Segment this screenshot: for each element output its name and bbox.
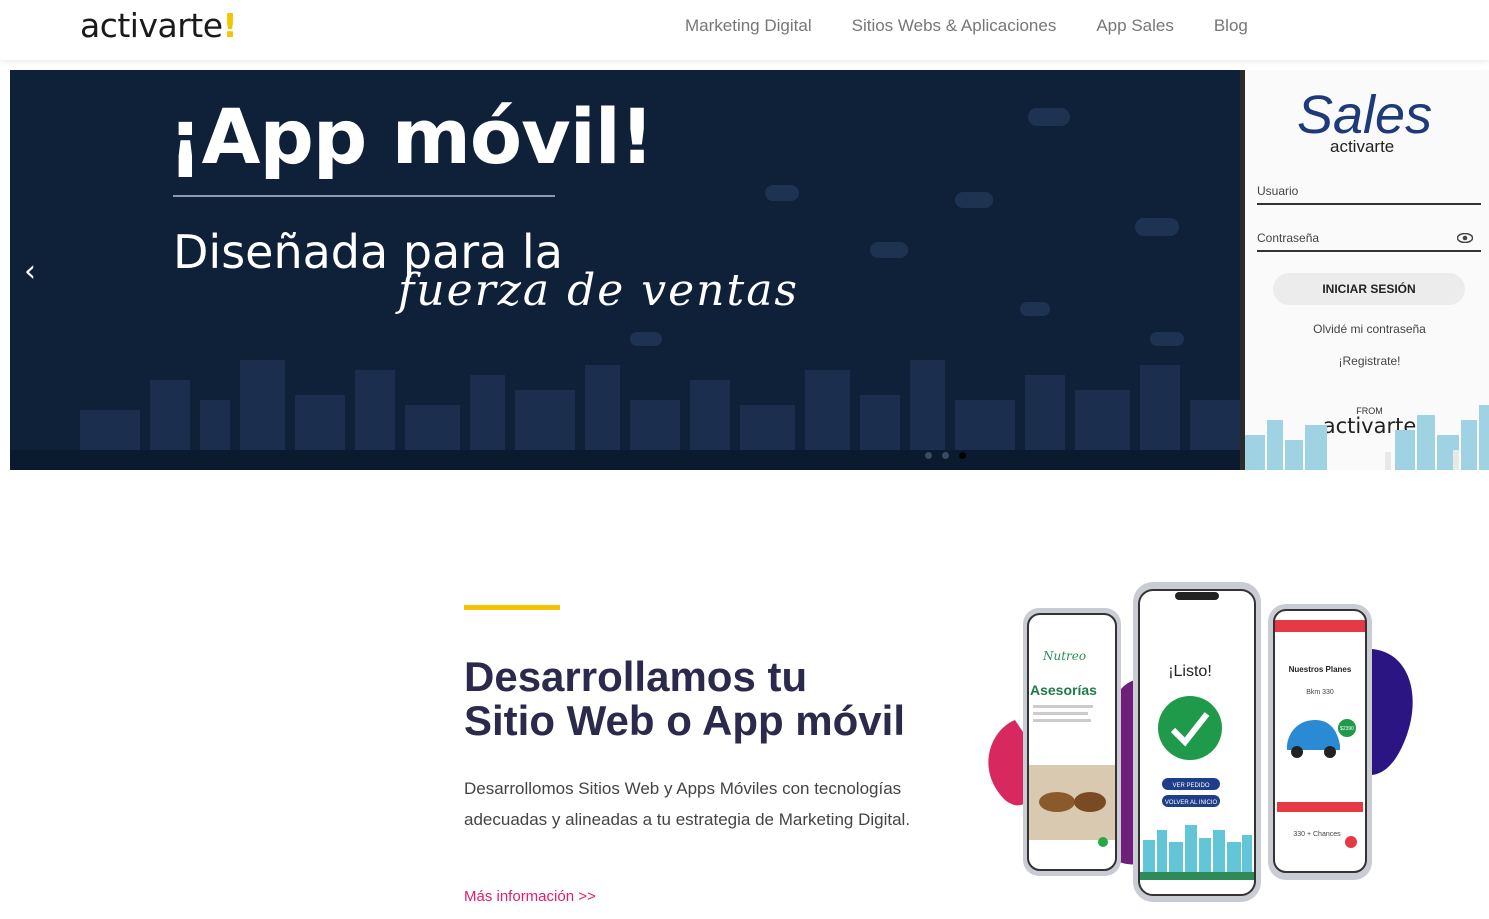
more-info-link[interactable]: Más información >>	[464, 888, 596, 905]
hero-title: ¡App móvil!	[168, 92, 654, 181]
right-phone-title: Nuestros Planes	[1289, 665, 1352, 674]
slider-dots	[925, 452, 966, 459]
hero-slider: ¡App móvil! Diseñada para la fuerza de v…	[10, 70, 1489, 470]
city-skyline	[10, 360, 1240, 470]
section-description: Desarrollomos Sitios Web y Apps Móviles …	[464, 779, 911, 829]
nav-app-sales[interactable]: App Sales	[1096, 16, 1174, 36]
cloud-decoration	[955, 192, 993, 208]
center-phone-title: ¡Listo!	[1168, 663, 1212, 680]
cloud-decoration	[870, 242, 908, 258]
right-phone-price: $2390	[1340, 726, 1354, 732]
slider-dot[interactable]	[925, 452, 932, 459]
center-phone-button2: VOLVER AL INICIO	[1165, 800, 1218, 806]
hero-divider	[173, 195, 555, 197]
site-logo[interactable]: activarte!	[80, 6, 238, 45]
hero-slide: ¡App móvil! Diseñada para la fuerza de v…	[10, 70, 1240, 470]
cloud-decoration	[630, 332, 662, 346]
cloud-decoration	[1150, 332, 1184, 346]
slider-prev-arrow[interactable]: ‹	[24, 254, 36, 289]
password-label: Contraseña	[1257, 231, 1320, 245]
main-nav: Marketing Digital Sitios Webs & Aplicaci…	[685, 16, 1248, 36]
cloud-decoration	[1020, 302, 1050, 316]
phones-illustration: Nutreo Asesorías ¡Listo! VER PEDIDO VOLV…	[985, 580, 1425, 910]
forgot-password-link: Olvidé mi contraseña	[1313, 322, 1426, 336]
user-label: Usuario	[1257, 184, 1299, 198]
mini-skyline	[1245, 405, 1489, 470]
nav-blog[interactable]: Blog	[1214, 16, 1248, 36]
app-login-screen: Sales activarte Usuario Contraseña INICI…	[1240, 70, 1489, 470]
hero-script-text: fuerza de ventas	[398, 265, 800, 316]
right-phone-footer: 330 + Chances	[1293, 831, 1341, 838]
cloud-decoration	[1135, 218, 1179, 236]
section-accent-bar	[464, 605, 560, 610]
nav-sitios-webs[interactable]: Sitios Webs & Aplicaciones	[852, 16, 1057, 36]
left-phone-brand: Nutreo	[1042, 649, 1086, 663]
section-title: Desarrollamos tu Sitio Web o App móvil	[464, 655, 944, 743]
center-phone-button1: VER PEDIDO	[1172, 783, 1209, 789]
login-button: INICIAR SESIÓN	[1273, 273, 1465, 305]
cloud-decoration	[1028, 108, 1070, 126]
sales-brand-sub: activarte	[1330, 137, 1395, 156]
section-title-line1: Desarrollamos tu	[464, 653, 808, 700]
nav-marketing-digital[interactable]: Marketing Digital	[685, 16, 812, 36]
slider-dot-active[interactable]	[959, 452, 966, 459]
user-field	[1257, 203, 1481, 205]
left-phone-title: Asesorías	[1030, 682, 1097, 698]
site-header: activarte! Marketing Digital Sitios Webs…	[0, 0, 1489, 60]
register-link: ¡Registrate!	[1338, 354, 1401, 368]
section-title-line2: Sitio Web o App móvil	[464, 697, 905, 744]
cloud-decoration	[765, 185, 799, 201]
right-phone-sub: Bkm 330	[1306, 689, 1334, 696]
eye-icon	[1456, 230, 1474, 246]
password-field	[1257, 250, 1481, 252]
slider-dot[interactable]	[942, 452, 949, 459]
